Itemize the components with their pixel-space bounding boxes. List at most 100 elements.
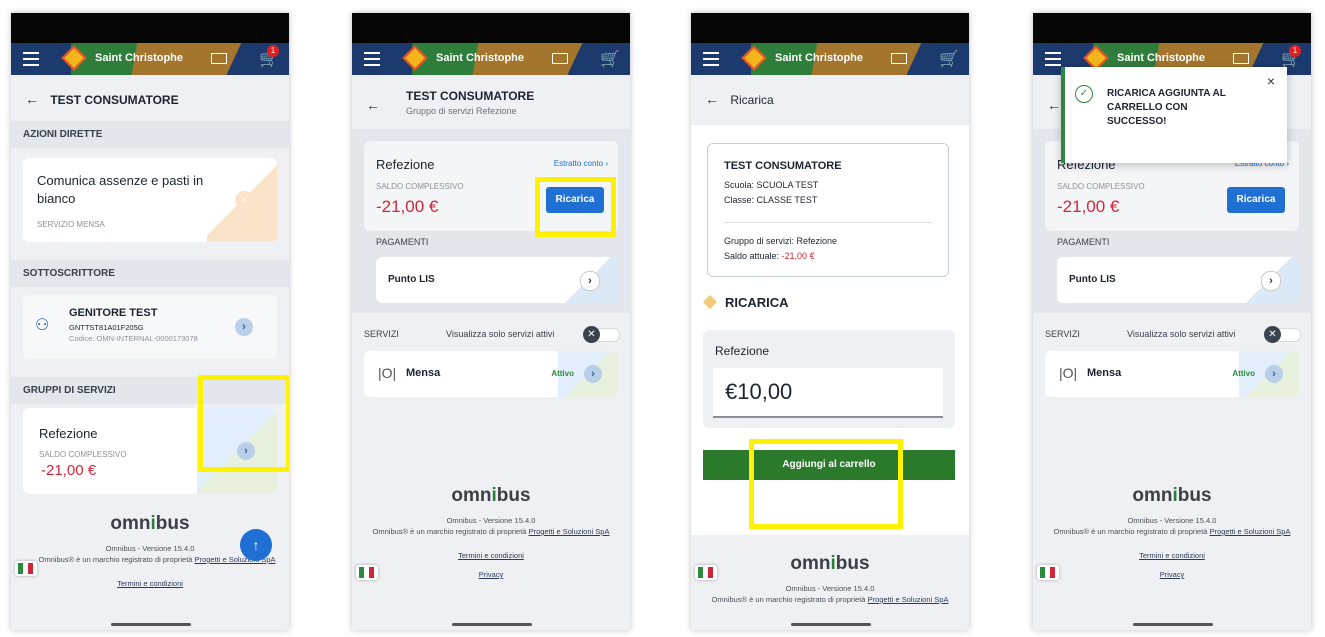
version-text: Omnibus - Versione 15.4.0 bbox=[1127, 516, 1217, 525]
chevron-right-icon[interactable]: › bbox=[1265, 365, 1283, 383]
payment-point-card[interactable]: Punto LIS › bbox=[1057, 257, 1299, 303]
action-card-absences[interactable]: Comunica assenze e pasti in bianco SERVI… bbox=[23, 158, 277, 242]
status-bar bbox=[11, 13, 289, 43]
privacy-link[interactable]: Privacy bbox=[352, 570, 630, 579]
version-text: Omnibus - Versione 15.4.0 bbox=[785, 584, 875, 593]
close-icon[interactable]: × bbox=[1267, 73, 1275, 89]
terms-link[interactable]: Termini e condizioni bbox=[1033, 551, 1311, 560]
language-flag-icon[interactable] bbox=[356, 565, 378, 580]
app-footer: omnibus Omnibus - Versione 15.4.0 Omnibu… bbox=[1033, 485, 1311, 579]
close-icon: ✕ bbox=[583, 326, 600, 343]
app-bar: Saint Christophe 🛒 1 bbox=[11, 43, 289, 75]
payments-label: PAGAMENTI bbox=[1057, 237, 1110, 247]
service-card-mensa[interactable]: |O| Mensa Attivo › bbox=[364, 351, 618, 397]
balance-label: SALDO COMPLESSIVO bbox=[376, 182, 464, 191]
subscriber-name: GENITORE TEST bbox=[69, 307, 158, 319]
balance-label: SALDO COMPLESSIVO bbox=[1057, 182, 1145, 191]
company-link[interactable]: Progetti e Soluzioni SpA bbox=[529, 527, 610, 536]
amount-panel: Refezione €10,00 bbox=[703, 330, 955, 428]
subscriber-fiscal-code: GNTTST81A01F205G bbox=[69, 323, 144, 332]
service-name: Mensa bbox=[1087, 367, 1122, 379]
terms-link[interactable]: Termini e condizioni bbox=[11, 579, 289, 588]
payment-point-card[interactable]: Punto LIS › bbox=[376, 257, 618, 303]
section-subscriber: SOTTOSCRITTORE bbox=[11, 260, 289, 287]
cart-badge: 1 bbox=[267, 45, 279, 57]
home-indicator bbox=[1133, 623, 1213, 626]
service-status: Attivo bbox=[1232, 369, 1255, 378]
highlight-box bbox=[749, 439, 903, 529]
balance-value: -21,00 € bbox=[376, 197, 439, 216]
mail-icon[interactable] bbox=[891, 53, 907, 64]
app-bar: Saint Christophe 🛒 bbox=[691, 43, 969, 75]
privacy-link[interactable]: Privacy bbox=[1033, 570, 1311, 579]
back-arrow-icon[interactable]: ← bbox=[1047, 97, 1061, 113]
menu-icon[interactable] bbox=[1045, 52, 1061, 66]
active-services-toggle[interactable]: ✕ bbox=[1264, 326, 1301, 343]
chevron-right-icon[interactable]: › bbox=[1261, 271, 1281, 291]
back-arrow-icon[interactable]: ← bbox=[366, 97, 380, 113]
mail-icon[interactable] bbox=[552, 53, 568, 64]
recharge-body: TEST CONSUMATORE Scuola: SCUOLA TEST Cla… bbox=[691, 125, 969, 630]
diamond-icon bbox=[702, 294, 718, 310]
app-title: Saint Christophe bbox=[95, 52, 184, 64]
language-flag-icon[interactable] bbox=[1037, 565, 1059, 580]
statement-link[interactable]: Estratto conto › bbox=[554, 159, 608, 168]
service-status: Attivo bbox=[551, 369, 574, 378]
cart-icon[interactable]: 🛒 bbox=[939, 49, 959, 69]
services-header: SERVIZI Visualizza solo servizi attivi ✕ bbox=[1033, 321, 1311, 351]
chevron-right-icon[interactable]: › bbox=[235, 318, 253, 336]
group-balance: -21,00 € bbox=[41, 462, 97, 479]
menu-icon[interactable] bbox=[364, 52, 380, 66]
cart-icon[interactable]: 🛒 bbox=[600, 49, 620, 69]
page-title: TEST CONSUMATORE bbox=[50, 93, 179, 107]
omnibus-logo: omnibus bbox=[451, 485, 531, 506]
menu-icon[interactable] bbox=[703, 52, 719, 66]
page-header: ← Ricarica bbox=[691, 75, 969, 117]
active-services-toggle[interactable]: ✕ bbox=[583, 326, 620, 343]
language-flag-icon[interactable] bbox=[15, 561, 37, 576]
company-link[interactable]: Progetti e Soluzioni SpA bbox=[1210, 527, 1291, 536]
school-text: Scuola: SCUOLA TEST bbox=[724, 180, 819, 190]
page-header: ← TEST CONSUMATORE bbox=[11, 75, 289, 121]
close-icon: ✕ bbox=[1264, 326, 1281, 343]
back-arrow-icon[interactable]: ← bbox=[705, 91, 719, 107]
app-title: Saint Christophe bbox=[1117, 52, 1206, 64]
page-title: Ricarica bbox=[730, 93, 774, 107]
home-indicator bbox=[791, 623, 871, 626]
trademark-text: Omnibus® è un marchio registrato di prop… bbox=[38, 555, 193, 564]
omnibus-logo: omnibus bbox=[1132, 485, 1212, 506]
group-text: Gruppo di servizi: Refezione bbox=[724, 236, 838, 246]
action-subtitle: SERVIZIO MENSA bbox=[37, 220, 105, 229]
cutlery-icon: |O| bbox=[378, 365, 397, 381]
amount-input[interactable]: €10,00 bbox=[713, 368, 943, 418]
payment-point-name: Punto LIS bbox=[1069, 274, 1116, 285]
mail-icon[interactable] bbox=[1233, 53, 1249, 64]
chevron-right-icon[interactable]: › bbox=[235, 191, 253, 209]
consumer-name: TEST CONSUMATORE bbox=[724, 160, 842, 172]
back-arrow-icon[interactable]: ← bbox=[25, 91, 39, 107]
chevron-right-icon[interactable]: › bbox=[580, 271, 600, 291]
subscriber-card[interactable]: ⚇ GENITORE TEST GNTTST81A01F205G Codice:… bbox=[23, 295, 277, 359]
cutlery-icon: |O| bbox=[1059, 365, 1078, 381]
trademark-text: Omnibus® è un marchio registrato di prop… bbox=[711, 595, 866, 604]
terms-link[interactable]: Termini e condizioni bbox=[352, 551, 630, 560]
screen-service-group: Saint Christophe 🛒 ← TEST CONSUMATORE Gr… bbox=[352, 13, 630, 630]
omnibus-logo: omnibus bbox=[790, 553, 870, 574]
recharge-button[interactable]: Ricarica bbox=[1227, 187, 1285, 213]
class-text: Classe: CLASSE TEST bbox=[724, 195, 818, 205]
language-flag-icon[interactable] bbox=[695, 565, 717, 580]
home-indicator bbox=[452, 623, 532, 626]
scroll-top-icon[interactable]: ↑ bbox=[240, 529, 272, 561]
app-title: Saint Christophe bbox=[436, 52, 525, 64]
service-card-mensa[interactable]: |O| Mensa Attivo › bbox=[1045, 351, 1299, 397]
screen-consumer: Saint Christophe 🛒 1 ← TEST CONSUMATORE … bbox=[11, 13, 289, 630]
menu-icon[interactable] bbox=[23, 52, 39, 66]
version-text: Omnibus - Versione 15.4.0 bbox=[446, 516, 536, 525]
company-link[interactable]: Progetti e Soluzioni SpA bbox=[868, 595, 949, 604]
check-circle-icon: ✓ bbox=[1075, 85, 1093, 103]
mail-icon[interactable] bbox=[211, 53, 227, 64]
success-toast: ✓ RICARICA AGGIUNTA AL CARRELLO CON SUCC… bbox=[1061, 67, 1287, 163]
chevron-right-icon[interactable]: › bbox=[584, 365, 602, 383]
page-title: TEST CONSUMATORE bbox=[406, 89, 535, 103]
trademark-text: Omnibus® è un marchio registrato di prop… bbox=[372, 527, 527, 536]
